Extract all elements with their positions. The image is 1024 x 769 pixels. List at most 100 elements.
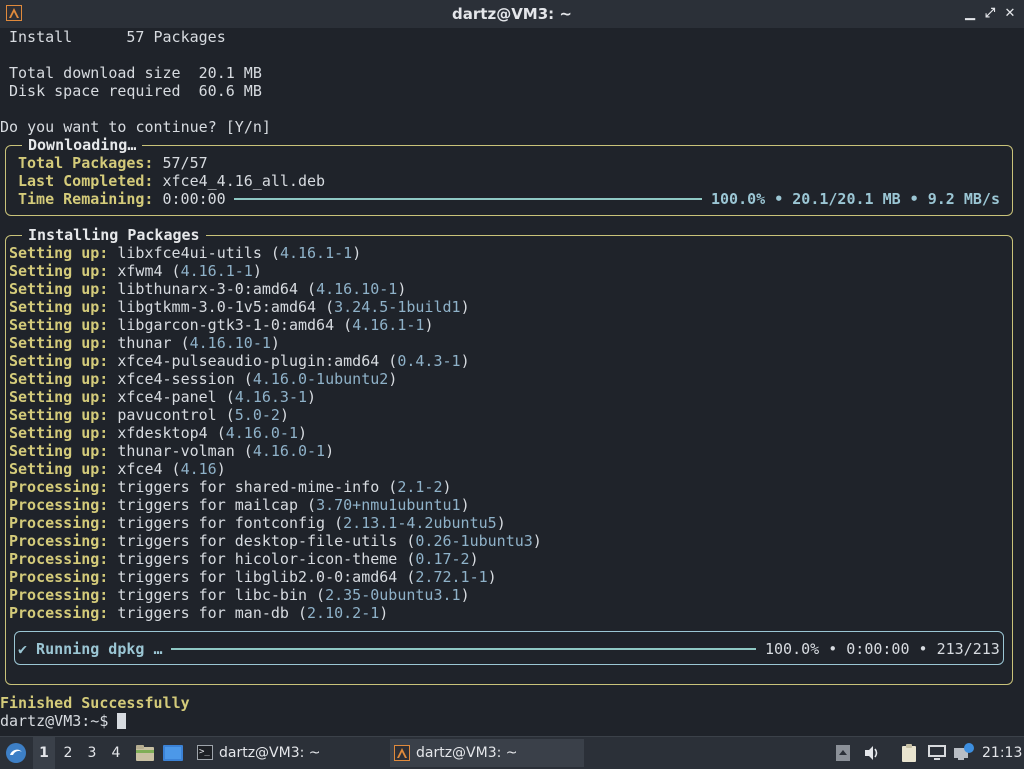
install-log-close: ) (388, 370, 398, 388)
install-log-version: 0.26-1ubuntu3 (415, 532, 533, 550)
close-button[interactable]: ✕ (1002, 6, 1018, 22)
install-log-row: Setting up: libgtkmm-3.0-1v5:amd64 (3.24… (9, 298, 470, 316)
installing-title: Installing Packages (22, 226, 206, 244)
workspace-3[interactable]: 3 (81, 737, 103, 769)
task-terminal-1-label: dartz@VM3: ~ (219, 745, 321, 761)
install-log-version: 3.24.5-1build1 (334, 298, 461, 316)
minimize-button[interactable]: ▁ (962, 6, 978, 22)
network-notification-icon (954, 743, 974, 760)
install-log-close: ) (460, 496, 470, 514)
install-log-package: libgtkmm-3.0-1v5:amd64 ( (117, 298, 335, 316)
install-log-package: xfdesktop4 ( (117, 424, 226, 442)
desktop-launcher[interactable] (161, 737, 185, 769)
install-log-action: Setting up: (9, 334, 109, 352)
install-log-row: Processing: triggers for mailcap (3.70+n… (9, 496, 470, 514)
continue-prompt: Do you want to continue? [Y/n] (0, 118, 271, 136)
file-manager-launcher[interactable] (133, 737, 157, 769)
install-log-package: triggers for libglib2.0-0:amd64 ( (117, 568, 416, 586)
task-terminal-1[interactable]: >_ dartz@VM3: ~ (193, 739, 379, 767)
install-log-version: 4.16 (180, 460, 217, 478)
install-log-close: ) (460, 352, 470, 370)
monitor-icon (928, 745, 946, 760)
install-log-package: xfce4-session ( (117, 370, 253, 388)
time-remaining-value: 0:00:00 (162, 190, 226, 208)
install-log-close: ) (424, 316, 434, 334)
install-log-action: Setting up: (9, 424, 109, 442)
install-log-version: 3.70+nmu1ubuntu1 (316, 496, 461, 514)
install-log-close: ) (469, 550, 479, 568)
download-progress-bar (234, 198, 702, 200)
install-log-close: ) (279, 406, 289, 424)
volume-icon (865, 746, 878, 760)
folder-icon (136, 745, 154, 761)
install-log-version: 4.16.10-1 (189, 334, 271, 352)
install-log-version: 5.0-2 (234, 406, 280, 424)
clock[interactable]: 21:13 (982, 737, 1022, 769)
install-log-action: Setting up: (9, 352, 109, 370)
install-log-row: Processing: triggers for libglib2.0-0:am… (9, 568, 497, 586)
summary-disk-space: Disk space required 60.6 MB (9, 82, 262, 100)
install-log-row: Processing: triggers for man-db (2.10.2-… (9, 604, 388, 622)
install-log-version: 2.35-0ubuntu3.1 (325, 586, 461, 604)
install-log-version: 0.17-2 (415, 550, 470, 568)
install-log-action: Setting up: (9, 406, 109, 424)
download-stats: 100.0% • 20.1/20.1 MB • 9.2 MB/s (711, 190, 1000, 208)
install-log-package: pavucontrol ( (117, 406, 235, 424)
install-log-close: ) (496, 514, 506, 532)
clipboard-control[interactable] (897, 737, 921, 769)
install-log-close: ) (460, 298, 470, 316)
shell-prompt: dartz@VM3:~$ (0, 712, 118, 730)
install-log-close: ) (216, 460, 226, 478)
workspace-2[interactable]: 2 (57, 737, 79, 769)
volume-control[interactable] (861, 737, 883, 769)
window-titlebar[interactable]: dartz@VM3: ~ ▁ ⤢ ✕ (0, 0, 1024, 29)
show-desktop-icon (163, 745, 183, 761)
install-log-action: Setting up: (9, 370, 109, 388)
tray-expand-icon (836, 745, 850, 761)
install-log-close: ) (325, 442, 335, 460)
display-control[interactable] (926, 737, 948, 769)
task-terminal-2[interactable]: dartz@VM3: ~ (390, 739, 584, 767)
install-log-row: Setting up: pavucontrol (5.0-2) (9, 406, 289, 424)
workspace-1[interactable]: 1 (33, 737, 55, 769)
install-log-close: ) (352, 244, 362, 262)
last-completed-row: Last Completed: xfce4_4.16_all.deb (18, 172, 325, 190)
install-log-action: Processing: (9, 496, 109, 514)
total-packages-value: 57/57 (162, 154, 208, 172)
install-log-row: Setting up: xfce4-panel (4.16.3-1) (9, 388, 316, 406)
install-log-action: Setting up: (9, 316, 109, 334)
install-log-version: 0.4.3-1 (397, 352, 461, 370)
install-log-row: Setting up: thunar (4.16.10-1) (9, 334, 280, 352)
install-log-close: ) (397, 280, 407, 298)
install-log-version: 2.72.1-1 (415, 568, 488, 586)
tray-arrow[interactable] (834, 737, 852, 769)
terminal-area[interactable]: Install 57 Packages Total download size … (0, 28, 1024, 736)
install-log-close: ) (379, 604, 389, 622)
install-log-package: libgarcon-gtk3-1-0:amd64 ( (117, 316, 353, 334)
time-remaining-row: Time Remaining: 0:00:00 (18, 190, 226, 208)
whisker-menu-button[interactable] (3, 737, 29, 769)
finished-message: Finished Successfully (0, 694, 190, 712)
dpkg-label: ✔ Running dpkg … (18, 640, 163, 658)
install-log-row: Processing: triggers for fontconfig (2.1… (9, 514, 506, 532)
alacritty-task-icon (394, 745, 410, 761)
dpkg-progress-bar (171, 648, 756, 650)
install-log-version: 4.16.1-1 (279, 244, 353, 262)
window-title: dartz@VM3: ~ (452, 5, 572, 23)
workspace-4[interactable]: 4 (105, 737, 127, 769)
install-log-row: Setting up: xfce4 (4.16) (9, 460, 226, 478)
install-log-package: xfwm4 ( (117, 262, 181, 280)
downloading-title: Downloading… (22, 136, 143, 154)
install-log-row: Processing: triggers for shared-mime-inf… (9, 478, 452, 496)
install-log-action: Processing: (9, 550, 109, 568)
terminal-icon: >_ (197, 745, 213, 760)
install-log-row: Setting up: thunar-volman (4.16.0-1) (9, 442, 334, 460)
install-log-action: Setting up: (9, 298, 109, 316)
network-control[interactable] (952, 737, 976, 769)
install-log-close: ) (307, 388, 317, 406)
install-log-package: xfce4 ( (117, 460, 181, 478)
maximize-button[interactable]: ⤢ (982, 6, 998, 22)
install-log-package: thunar ( (117, 334, 190, 352)
install-log-action: Setting up: (9, 244, 109, 262)
install-log-action: Processing: (9, 532, 109, 550)
